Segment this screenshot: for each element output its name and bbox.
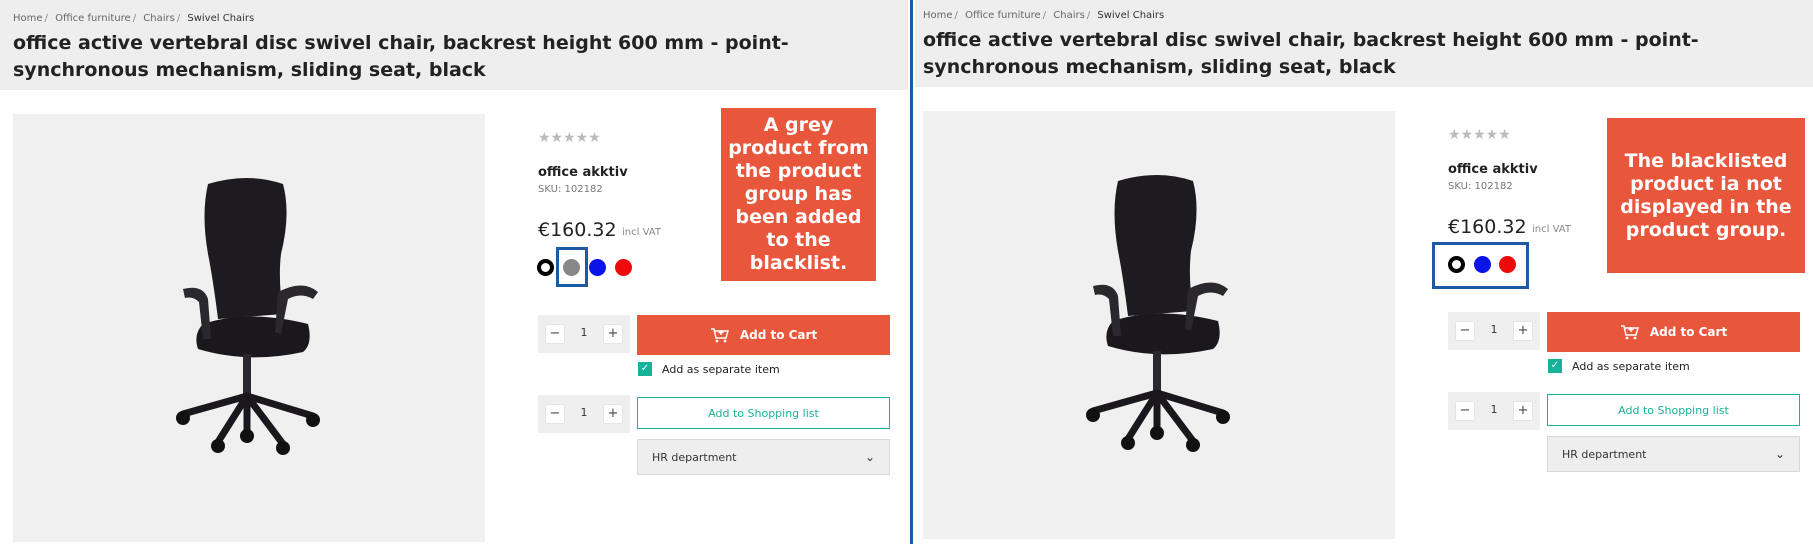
annotation-callout: The blacklisted product ia not displayed…	[1607, 118, 1805, 273]
decrease-button[interactable]: −	[1456, 402, 1474, 420]
separate-item-option[interactable]: ✓ Add as separate item	[1548, 359, 1690, 373]
add-to-cart-button[interactable]: Add to Cart	[637, 315, 890, 355]
chair-image	[1086, 175, 1230, 452]
product-brand: office akktiv	[538, 165, 628, 180]
color-swatches	[537, 259, 641, 276]
breadcrumb-separator: /	[132, 13, 137, 24]
department-value: HR department	[652, 450, 737, 464]
product-price: €160.32	[538, 219, 617, 241]
breadcrumb-separator: /	[1042, 10, 1047, 21]
product-price: €160.32	[1448, 216, 1527, 238]
cart-icon	[710, 328, 729, 343]
breadcrumb-chairs[interactable]: Chairs	[1053, 10, 1085, 21]
breadcrumb-swivel-chairs: Swivel Chairs	[187, 13, 255, 24]
separate-item-checkbox[interactable]: ✓	[1548, 359, 1562, 373]
highlight-box	[1432, 242, 1529, 289]
vat-label: incl VAT	[622, 227, 661, 238]
panel-divider	[910, 0, 913, 544]
page-title: office active vertebral disc swivel chai…	[923, 29, 1699, 78]
increase-button[interactable]: +	[604, 325, 622, 343]
breadcrumb-separator: /	[1086, 10, 1091, 21]
breadcrumb: Home / Office furniture / Chairs / Swivel C…	[923, 10, 1164, 21]
separate-item-label: Add as separate item	[662, 362, 780, 376]
breadcrumb-chairs[interactable]: Chairs	[143, 13, 175, 24]
quantity-stepper: − 1 +	[1448, 312, 1540, 350]
quantity-value[interactable]: 1	[1484, 323, 1504, 336]
breadcrumb-home[interactable]: Home	[923, 10, 953, 21]
product-sku: SKU: 102182	[1448, 181, 1513, 192]
product-sku: SKU: 102182	[538, 184, 603, 195]
breadcrumb: Home / Office furniture / Chairs / Swivel C…	[13, 13, 254, 24]
chevron-down-icon: ⌄	[864, 450, 875, 464]
decrease-button[interactable]: −	[546, 405, 564, 423]
breadcrumb-separator: /	[176, 13, 181, 24]
breadcrumb-office-furniture[interactable]: Office furniture	[55, 13, 131, 24]
breadcrumb-separator: /	[44, 13, 48, 24]
separate-item-label: Add as separate item	[1572, 359, 1690, 373]
increase-button[interactable]: +	[1514, 322, 1532, 340]
separate-item-checkbox[interactable]: ✓	[638, 362, 652, 376]
separate-item-option[interactable]: ✓ Add as separate item	[638, 362, 780, 376]
product-image[interactable]	[13, 114, 485, 542]
quantity-value[interactable]: 1	[574, 326, 594, 339]
breadcrumb-home[interactable]: Home	[13, 13, 43, 24]
product-image[interactable]	[923, 111, 1395, 539]
quantity-value[interactable]: 1	[1484, 403, 1504, 416]
add-to-shopping-list-button[interactable]: Add to Shopping list	[1547, 394, 1800, 426]
decrease-button[interactable]: −	[1456, 322, 1474, 340]
breadcrumb-office-furniture[interactable]: Office furniture	[965, 10, 1041, 21]
chair-image	[176, 178, 320, 455]
increase-button[interactable]: +	[604, 405, 622, 423]
decrease-button[interactable]: −	[546, 325, 564, 343]
increase-button[interactable]: +	[1514, 402, 1532, 420]
list-quantity-stepper: − 1 +	[1448, 392, 1540, 430]
panel-after: Home / Office furniture / Chairs / Swivel C…	[915, 0, 1813, 544]
add-to-cart-label: Add to Cart	[1649, 325, 1728, 339]
swatch-red[interactable]	[615, 259, 632, 276]
breadcrumb-separator: /	[954, 10, 958, 21]
department-select[interactable]: HR department ⌄	[637, 439, 890, 475]
cart-icon	[1620, 325, 1639, 340]
breadcrumb-swivel-chairs: Swivel Chairs	[1097, 10, 1165, 21]
chevron-down-icon: ⌄	[1774, 447, 1785, 461]
annotation-callout: A grey product from the product group ha…	[721, 108, 876, 281]
product-brand: office akktiv	[1448, 162, 1538, 177]
rating-stars: ★★★★★	[538, 130, 601, 146]
page-header: Home / Office furniture / Chairs / Swivel C…	[0, 0, 908, 90]
department-value: HR department	[1562, 447, 1647, 461]
department-select[interactable]: HR department ⌄	[1547, 436, 1800, 472]
swatch-black[interactable]	[537, 259, 554, 276]
rating-stars: ★★★★★	[1448, 127, 1511, 143]
list-quantity-stepper: − 1 +	[538, 395, 630, 433]
panel-before: Home / Office furniture / Chairs / Swivel C…	[0, 0, 908, 544]
add-to-cart-label: Add to Cart	[739, 328, 818, 342]
swatch-blue[interactable]	[589, 259, 606, 276]
quantity-stepper: − 1 +	[538, 315, 630, 353]
add-to-cart-button[interactable]: Add to Cart	[1547, 312, 1800, 352]
page-title: office active vertebral disc swivel chai…	[13, 32, 789, 81]
add-to-shopping-list-button[interactable]: Add to Shopping list	[637, 397, 890, 429]
highlight-box	[556, 247, 588, 287]
vat-label: incl VAT	[1532, 224, 1571, 235]
quantity-value[interactable]: 1	[574, 406, 594, 419]
page-header: Home / Office furniture / Chairs / Swivel C…	[915, 0, 1813, 87]
